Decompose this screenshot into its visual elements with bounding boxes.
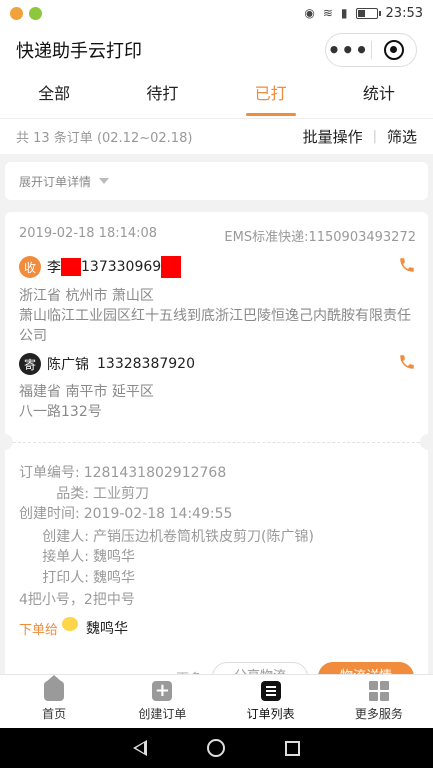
expand-label: 展开订单详情: [19, 174, 92, 189]
summary-bar: 共 13 条订单 (02.12~02.18) 批量操作 | 筛选: [0, 118, 433, 154]
assignee-name: 魏鸣华: [86, 621, 129, 637]
eye-icon: ◉: [304, 6, 315, 20]
home-icon: [44, 675, 65, 701]
dashed-divider: [13, 442, 420, 443]
ticket-notch: [5, 434, 13, 450]
receiver-op: 魏鸣华: [93, 549, 135, 565]
printer: 魏鸣华: [93, 569, 135, 586]
app-notification-icon: [10, 6, 23, 20]
nav-home[interactable]: 首页: [0, 675, 108, 728]
status-bar: ◉ ≋ ▮ 23:53: [0, 0, 433, 26]
expand-details-toggle[interactable]: 展开订单详情: [5, 162, 428, 200]
redaction-block: [161, 256, 182, 278]
nav-create-label: 创建订单: [138, 707, 187, 721]
sender-address: 福建省 南平市 延平区 八一路132号: [19, 382, 416, 422]
receiver-name: 李: [47, 260, 61, 276]
target-icon: [383, 40, 404, 60]
receiver-row: 收 李 137330969: [19, 256, 416, 278]
app-notification-icon: [29, 6, 42, 20]
nav-more-services[interactable]: 更多服务: [325, 675, 433, 728]
add-order-icon: +: [152, 681, 173, 701]
more-menu-button[interactable]: •••: [326, 35, 371, 65]
sender-street: 八一路132号: [19, 404, 102, 420]
receiver-region: 浙江省 杭州市 萧山区: [19, 288, 154, 304]
avatar-emoji-icon: [62, 617, 79, 631]
nav-home-label: 首页: [42, 707, 67, 721]
created-time: 2019-02-18 14:49:55: [83, 506, 233, 522]
nav-order-list[interactable]: 订单列表: [217, 675, 325, 728]
category: 工业剪刀: [93, 485, 149, 502]
assign-row: 下单给 魏鸣华: [19, 617, 129, 638]
close-miniapp-button[interactable]: [371, 40, 416, 60]
chevron-down-icon: [99, 178, 110, 184]
action-divider: |: [372, 129, 377, 144]
assign-label: 下单给: [19, 622, 59, 638]
nav-list-label: 订单列表: [246, 707, 295, 721]
recents-icon[interactable]: [285, 740, 300, 756]
sender-badge: 寄: [19, 353, 41, 375]
order-count: 共 13 条订单 (02.12~02.18): [16, 131, 193, 146]
nav-more-label: 更多服务: [354, 707, 403, 721]
order-tabs: 全部 待打 已打 统计: [0, 74, 433, 118]
sender-name: 陈广锦: [47, 357, 89, 373]
bottom-nav: 首页 + 创建订单 订单列表 更多服务: [0, 674, 433, 728]
status-time: 23:53: [385, 5, 423, 21]
creator-label: 创建人:: [42, 528, 89, 545]
receiver-op-label: 接单人:: [42, 549, 89, 565]
tab-all[interactable]: 全部: [0, 74, 108, 118]
order-no: 1281431802912768: [83, 465, 227, 481]
order-card[interactable]: 2019-02-18 18:14:08 EMS标准快递:115090349327…: [5, 212, 428, 682]
tab-stats[interactable]: 统计: [325, 74, 433, 118]
tab-printed[interactable]: 已打: [217, 74, 325, 118]
batch-operation-button[interactable]: 批量操作: [303, 126, 363, 147]
category-label: 品类:: [56, 485, 89, 502]
tab-pending[interactable]: 待打: [108, 74, 216, 118]
sender-phone: 13328387920: [97, 356, 195, 372]
home-circle-icon[interactable]: [207, 739, 225, 757]
nav-create-order[interactable]: + 创建订单: [108, 675, 216, 728]
sender-row: 寄 陈广锦 13328387920: [19, 353, 416, 375]
sender-region: 福建省 南平市 延平区: [19, 384, 154, 400]
order-datetime: 2019-02-18 18:14:08: [19, 226, 158, 241]
filter-button[interactable]: 筛选: [387, 126, 417, 147]
ticket-notch: [420, 434, 428, 450]
express-tracking: EMS标准快递:1150903493272: [224, 230, 416, 245]
phone-icon[interactable]: [398, 256, 416, 278]
receiver-street: 萧山临江工业园区红十五线到底浙江巴陵恒逸己内酰胺有限责任公司: [19, 308, 411, 344]
system-nav-bar: [0, 728, 433, 768]
grid-icon: [368, 681, 389, 701]
redaction-block: [61, 258, 81, 276]
signal-icon: ▮: [340, 6, 348, 20]
created-label: 创建时间:: [19, 506, 80, 522]
title-bar: 快递助手云打印 •••: [0, 26, 433, 74]
phone-icon[interactable]: [398, 353, 416, 375]
receiver-phone: 137330969: [81, 259, 162, 275]
miniapp-capsule: •••: [325, 33, 417, 67]
order-details: 订单编号: 1281431802912768 品类: 工业剪刀 创建时间: 2019-…: [19, 463, 416, 611]
creator: 产销压边机卷筒机铁皮剪刀(陈广锦): [93, 528, 314, 545]
receiver-address: 浙江省 杭州市 萧山区 萧山临江工业园区红十五线到底浙江巴陵恒逸己内酰胺有限责任…: [19, 286, 416, 346]
wifi-icon: ≋: [322, 6, 333, 20]
page-title: 快递助手云打印: [16, 41, 142, 62]
back-icon[interactable]: [133, 740, 147, 756]
battery-icon: [355, 7, 381, 19]
receiver-badge: 收: [19, 256, 41, 278]
printer-label: 打印人:: [42, 569, 89, 586]
order-list-icon: [260, 681, 281, 701]
order-no-label: 订单编号:: [19, 465, 80, 481]
order-note: 4把小号，2把中号: [19, 592, 135, 608]
